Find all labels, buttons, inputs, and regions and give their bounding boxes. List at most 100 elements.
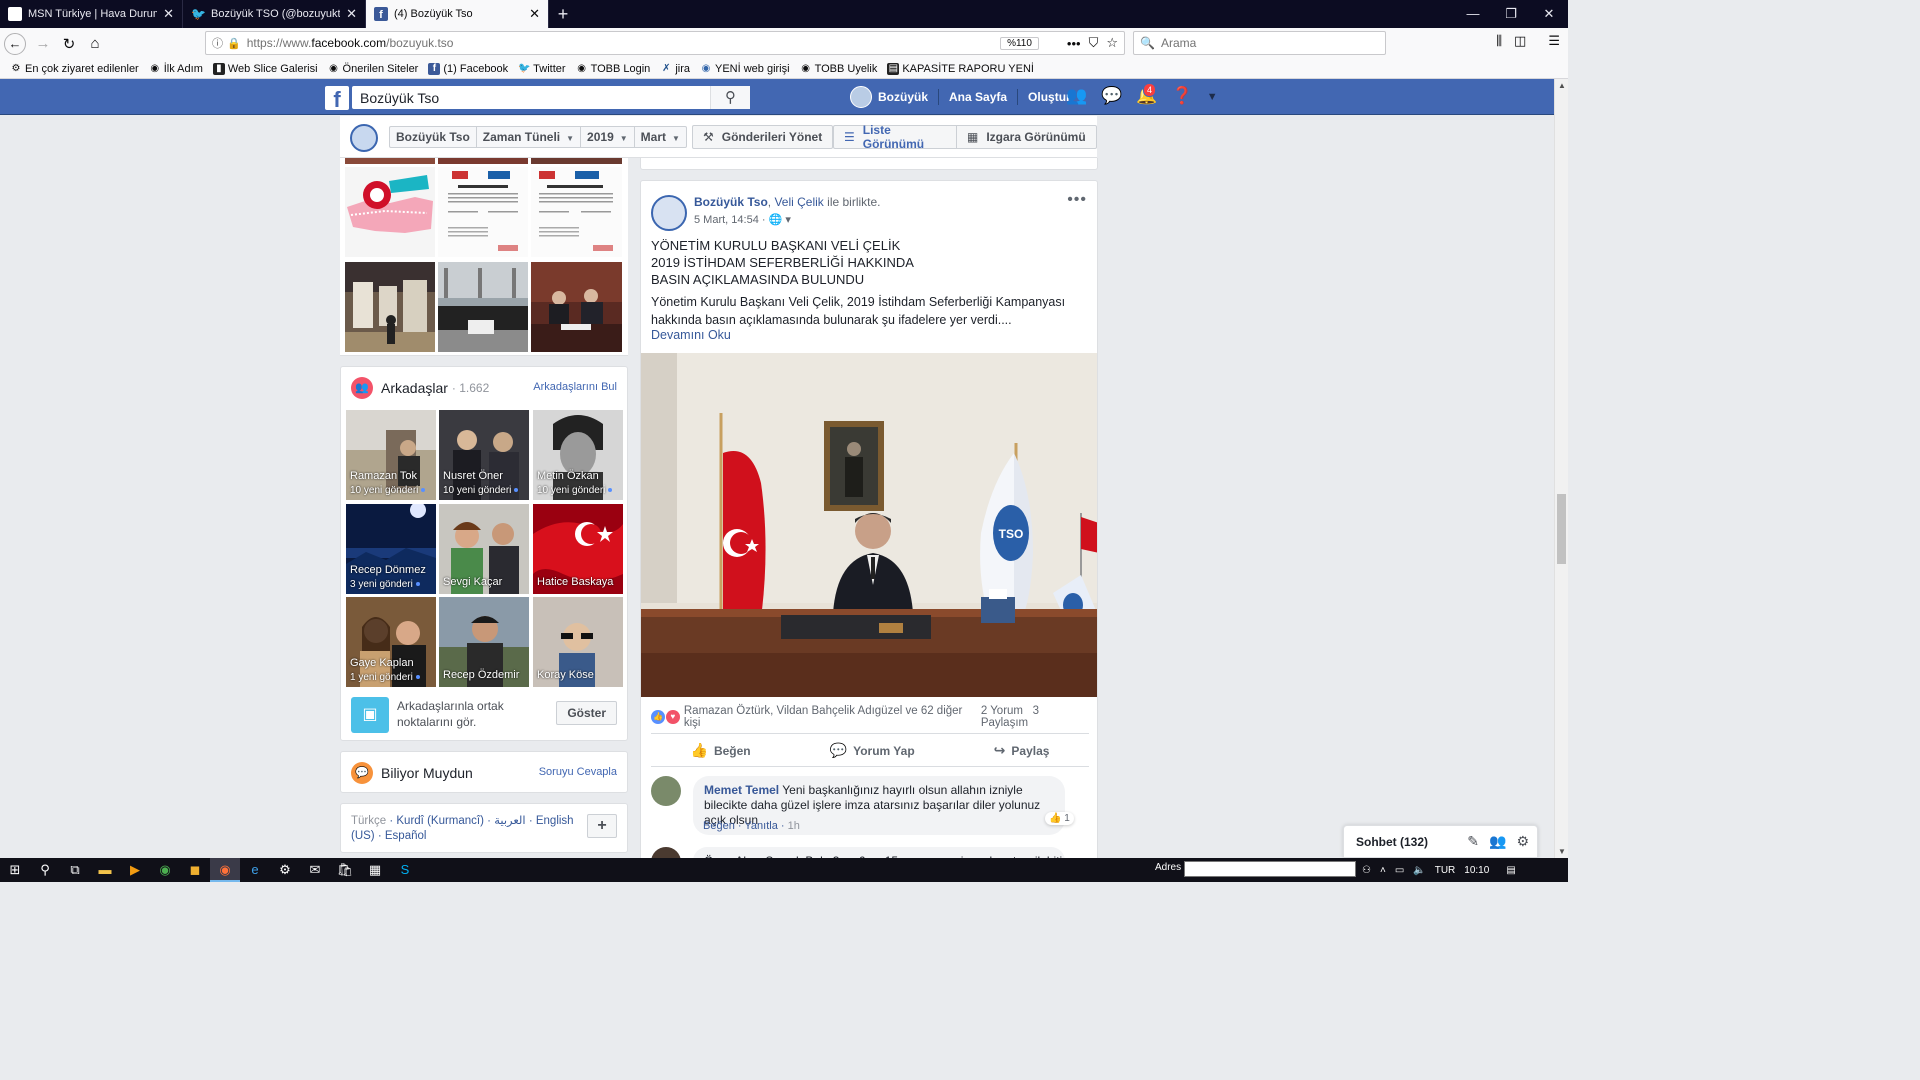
bookmark-facebook[interactable]: f (1) Facebook <box>428 62 508 75</box>
task-view-icon[interactable]: ⧉ <box>60 858 90 882</box>
crumb-page[interactable]: Bozüyük Tso <box>390 127 477 147</box>
photo-document-1[interactable] <box>438 167 528 257</box>
close-icon[interactable]: ✕ <box>346 6 357 22</box>
profile-link[interactable]: Bozüyük <box>840 86 938 108</box>
post-options-icon[interactable]: ••• <box>1067 191 1087 209</box>
new-tab-button[interactable]: + <box>549 0 577 28</box>
comment-author[interactable]: Memet Temel <box>704 783 779 797</box>
gear-icon[interactable]: ⚙ <box>1516 833 1529 850</box>
comment-like-count[interactable]: 👍 1 <box>1045 812 1074 825</box>
photo-thumb-top[interactable] <box>438 158 528 164</box>
bookmark-ilk-adim[interactable]: ◉ İlk Adım <box>149 63 203 75</box>
friend-tile[interactable]: Gaye Kaplan 1 yeni gönderi <box>346 597 436 687</box>
photo-signing[interactable] <box>531 262 622 352</box>
search-button[interactable]: ⚲ <box>710 86 750 109</box>
show-button[interactable]: Göster <box>556 701 617 725</box>
language-link[interactable]: العربية <box>494 815 525 827</box>
post-author-avatar[interactable] <box>651 195 687 231</box>
facebook-logo-icon[interactable]: f <box>325 86 349 110</box>
clock[interactable]: 10:10 <box>1464 865 1489 876</box>
page-actions-icon[interactable]: ••• <box>1067 36 1081 51</box>
post-timestamp[interactable]: 5 Mart, 14:54 · <box>694 214 766 226</box>
photo-map-turkey[interactable] <box>345 167 435 257</box>
people-icon[interactable]: ⚇ <box>1362 865 1371 876</box>
comment-like-link[interactable]: Beğen <box>703 820 735 832</box>
friend-tile[interactable]: Recep Özdemir <box>439 597 529 687</box>
share-button[interactable]: ↪ Paylaş <box>994 742 1050 759</box>
reload-button[interactable]: ↻ <box>56 35 82 53</box>
page-avatar[interactable] <box>350 124 378 152</box>
chevron-down-icon[interactable]: ▼ <box>1207 86 1218 108</box>
comment-avatar[interactable] <box>651 776 681 806</box>
like-button[interactable]: 👍 Beğen <box>691 742 751 759</box>
bookmark-star-icon[interactable]: ☆ <box>1106 35 1118 51</box>
page-scrollbar[interactable]: ▲ ▼ <box>1554 79 1568 858</box>
notifications-icon[interactable]: ▤ <box>1506 865 1515 876</box>
photo-thumb-top[interactable] <box>531 158 622 164</box>
forward-button[interactable]: → <box>30 35 56 52</box>
back-button[interactable]: ← <box>4 32 26 55</box>
tagged-user-link[interactable]: Veli Çelik <box>774 195 823 209</box>
skype-icon[interactable]: S <box>390 858 420 882</box>
language-link[interactable]: Español <box>385 830 427 842</box>
app-icon[interactable]: ⚙ <box>270 858 300 882</box>
read-more-link[interactable]: Devamını Oku <box>651 328 731 342</box>
friends-title[interactable]: Arkadaşlar <box>381 380 448 396</box>
friend-tile[interactable]: Metin Özkan 10 yeni gönderi <box>533 410 623 500</box>
bookmark-yeni-web[interactable]: ◉ YENİ web girişi <box>700 63 790 75</box>
language-indicator[interactable]: TUR <box>1435 865 1456 876</box>
bookmark-kapasite[interactable]: ▤ KAPASİTE RAPORU YENİ <box>887 62 1034 75</box>
crumb-month[interactable]: Mart ▼ <box>635 127 686 147</box>
bookmark-twitter[interactable]: 🐦 Twitter <box>518 63 565 75</box>
comment-reply-link[interactable]: Yanıtla <box>744 820 777 832</box>
new-message-icon[interactable]: ✎ <box>1467 833 1479 850</box>
comment-button[interactable]: 💬 Yorum Yap <box>830 742 915 759</box>
home-button[interactable]: ⌂ <box>82 35 108 52</box>
chrome-icon[interactable]: ◉ <box>150 858 180 882</box>
close-icon[interactable]: ✕ <box>163 6 174 22</box>
friend-tile[interactable]: Koray Köse <box>533 597 623 687</box>
volume-icon[interactable]: 🔈 <box>1413 865 1425 876</box>
tab-facebook[interactable]: f (4) Bozüyük Tso ✕ <box>366 0 549 28</box>
add-language-button[interactable]: + <box>587 814 617 838</box>
file-explorer-icon[interactable]: ▬ <box>90 858 120 882</box>
zoom-indicator[interactable]: %110 <box>1000 36 1039 50</box>
scrollbar-thumb[interactable] <box>1557 494 1566 564</box>
restore-button[interactable]: ❐ <box>1492 0 1530 28</box>
chevron-up-icon[interactable]: ˄ <box>1380 865 1386 876</box>
bookmark-jira[interactable]: ✗ jira <box>660 63 690 75</box>
manage-posts-button[interactable]: ⚒ Gönderileri Yönet <box>692 125 834 149</box>
store-icon[interactable]: 🛍 <box>330 858 360 882</box>
close-icon[interactable]: ✕ <box>529 6 540 22</box>
facebook-search-input[interactable]: Bozüyük Tso ⚲ <box>352 86 750 109</box>
find-friends-link[interactable]: Arkadaşlarını Bul <box>533 381 617 393</box>
media-player-icon[interactable]: ▶ <box>120 858 150 882</box>
list-view-button[interactable]: ☰ Liste Görünümü <box>833 123 957 151</box>
network-icon[interactable]: ▭ <box>1395 865 1404 876</box>
scroll-up-icon[interactable]: ▲ <box>1555 81 1569 90</box>
friend-tile[interactable]: Sevgi Kaçar <box>439 504 529 594</box>
info-icon[interactable]: ⓘ <box>212 35 223 51</box>
bookmark-tobb-login[interactable]: ◉ TOBB Login <box>576 63 650 75</box>
bookmark-most-visited[interactable]: ⚙ En çok ziyaret edilenler <box>10 63 139 75</box>
answer-question-link[interactable]: Soruyu Cevapla <box>539 766 617 778</box>
post-author-link[interactable]: Bozüyük Tso <box>694 195 768 209</box>
url-bar[interactable]: ⓘ 🔒 https://www.facebook.com/bozuyuk.tso… <box>205 31 1125 55</box>
bookmark-tobb-uyelik[interactable]: ◉ TOBB Uyelik <box>800 63 877 75</box>
tab-msn[interactable]: MSN Türkiye | Hava Durumu, S ✕ <box>0 0 183 28</box>
reactions-text[interactable]: Ramazan Öztürk, Vildan Bahçelik Adıgüzel… <box>684 705 981 729</box>
calculator-icon[interactable]: ▦ <box>360 858 390 882</box>
minimize-button[interactable]: — <box>1454 0 1492 28</box>
firefox-icon[interactable]: ◉ <box>210 858 240 882</box>
start-icon[interactable]: ⊞ <box>0 858 30 882</box>
group-icon[interactable]: 👥 <box>1489 833 1506 850</box>
help-icon[interactable]: ❓ <box>1172 86 1193 108</box>
library-icon[interactable]: ⫼ <box>1496 33 1502 49</box>
mail-icon[interactable]: ✉ <box>300 858 330 882</box>
grid-view-button[interactable]: ▦ Izgara Görünümü <box>956 125 1097 149</box>
photo-document-2[interactable] <box>531 167 622 257</box>
bookmark-suggested-sites[interactable]: ◉ Önerilen Siteler <box>328 63 418 75</box>
bookmark-web-slice[interactable]: ▮ Web Slice Galerisi <box>212 62 318 75</box>
photo-thumb-top[interactable] <box>345 158 435 164</box>
edge-icon[interactable]: e <box>240 858 270 882</box>
